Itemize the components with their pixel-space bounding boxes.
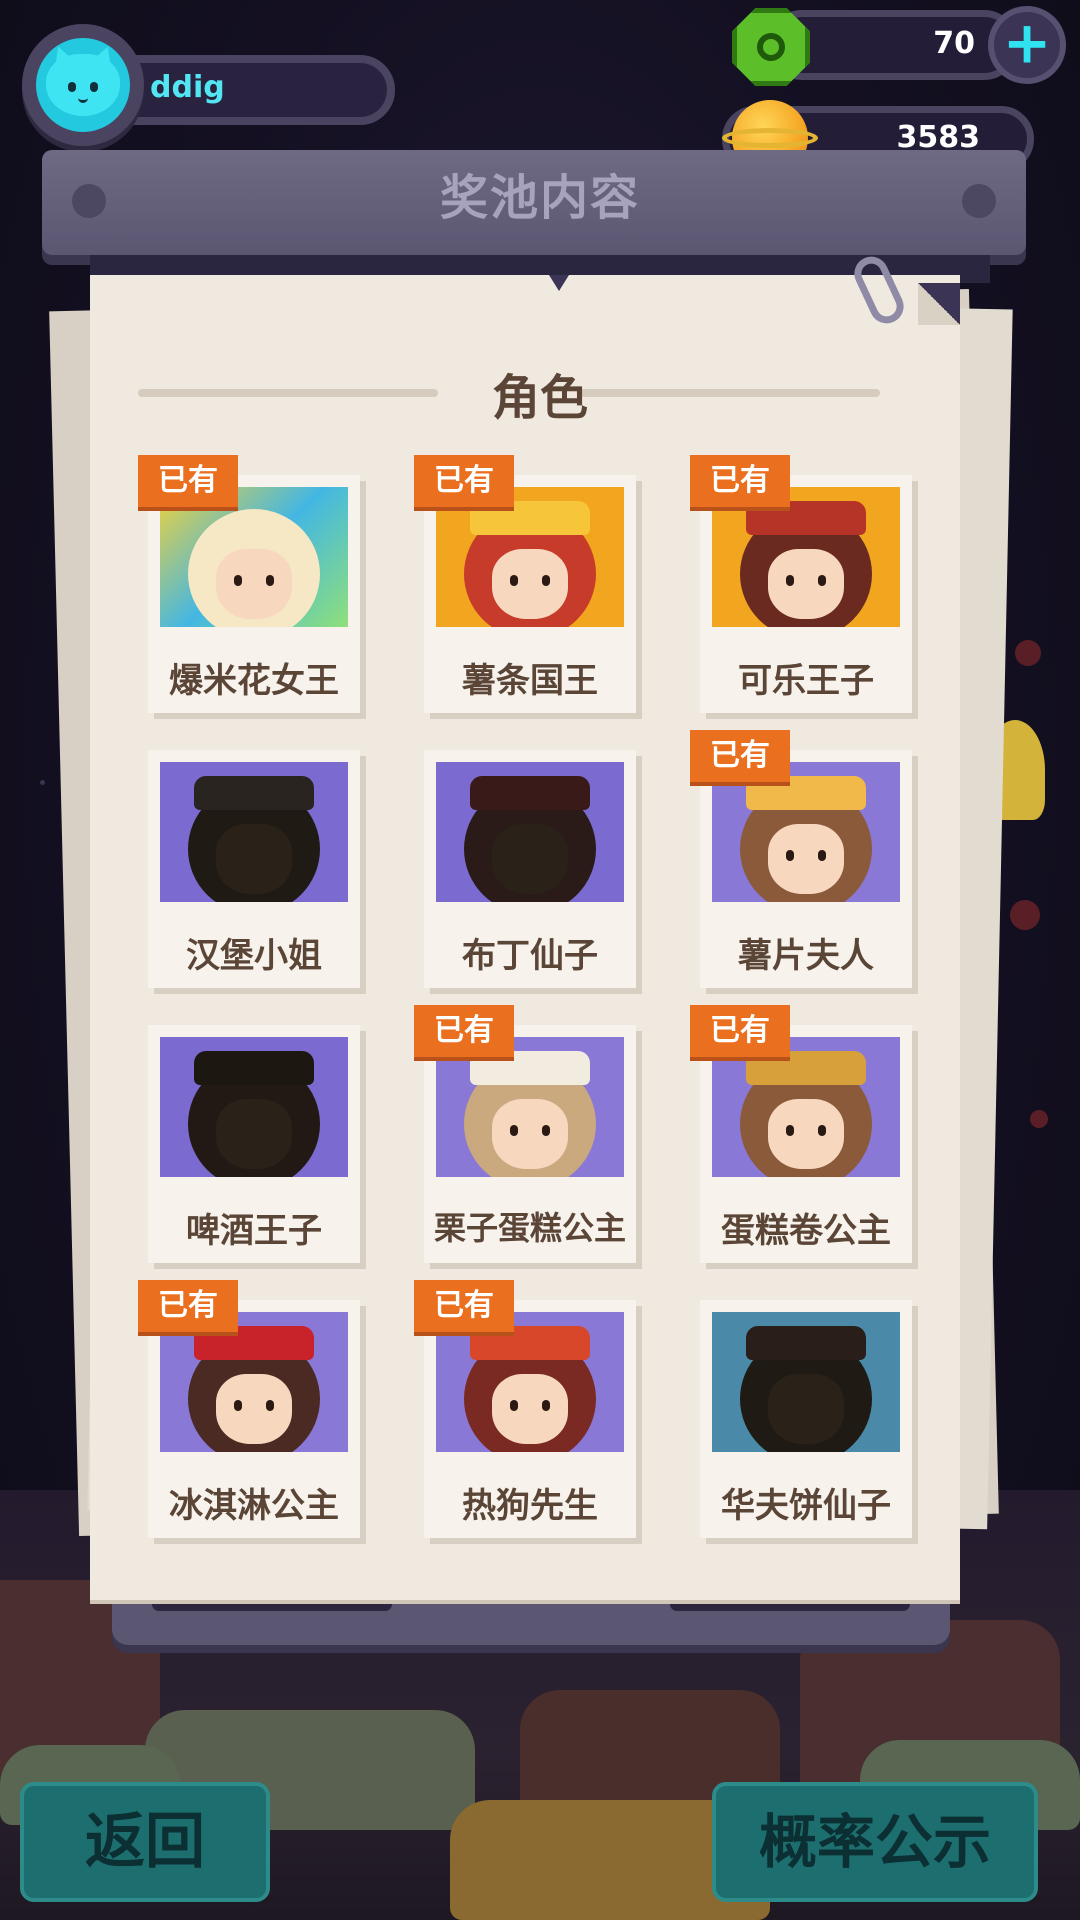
character-card[interactable]: 薯条国王	[424, 475, 636, 713]
character-card[interactable]: 布丁仙子	[424, 750, 636, 988]
character-portrait	[436, 487, 624, 627]
owned-badge: 已有	[414, 1005, 514, 1057]
board-title: 奖池内容	[439, 170, 640, 226]
character-name: 汉堡小姐	[186, 936, 322, 976]
owned-badge: 已有	[690, 730, 790, 782]
character-card[interactable]: 冰淇淋公主	[148, 1300, 360, 1538]
character-portrait	[712, 1037, 900, 1177]
back-button[interactable]: 返回	[20, 1782, 270, 1902]
character-card[interactable]: 薯片夫人	[700, 750, 912, 988]
character-portrait	[436, 1037, 624, 1177]
section-heading: 角色	[491, 370, 588, 426]
owned-badge: 已有	[414, 1280, 514, 1332]
character-portrait	[436, 762, 624, 902]
probability-button[interactable]: 概率公示	[712, 1782, 1038, 1902]
character-name: 冰淇淋公主	[169, 1486, 339, 1526]
character-card[interactable]: 汉堡小姐	[148, 750, 360, 988]
owned-badge: 已有	[414, 455, 514, 507]
owned-badge: 已有	[138, 1280, 238, 1332]
character-name: 薯片夫人	[738, 936, 874, 976]
character-name: 栗子蛋糕公主	[433, 1209, 626, 1247]
add-currency-button[interactable]: +	[988, 6, 1066, 84]
green-gem-icon	[732, 8, 810, 86]
cat-avatar-icon[interactable]	[36, 38, 130, 132]
character-portrait	[160, 487, 348, 627]
character-portrait	[712, 762, 900, 902]
owned-badge: 已有	[690, 455, 790, 507]
character-name: 蛋糕卷公主	[721, 1211, 891, 1251]
character-name: 薯条国王	[462, 661, 598, 701]
character-name: 热狗先生	[462, 1486, 598, 1526]
character-portrait	[160, 1312, 348, 1452]
character-portrait	[712, 1312, 900, 1452]
character-card[interactable]: 蛋糕卷公主	[700, 1025, 912, 1263]
character-name: 可乐王子	[738, 661, 874, 701]
character-name: 啤酒王子	[186, 1211, 322, 1251]
character-name: 爆米花女王	[169, 661, 339, 701]
character-portrait	[160, 1037, 348, 1177]
character-card[interactable]: 啤酒王子	[148, 1025, 360, 1263]
paper-fold-corner	[918, 283, 960, 325]
character-card[interactable]: 热狗先生	[424, 1300, 636, 1538]
character-portrait	[712, 487, 900, 627]
character-card[interactable]: 栗子蛋糕公主	[424, 1025, 636, 1263]
character-card[interactable]: 华夫饼仙子	[700, 1300, 912, 1538]
owned-badge: 已有	[690, 1005, 790, 1057]
character-name: 华夫饼仙子	[721, 1486, 891, 1526]
character-portrait	[436, 1312, 624, 1452]
character-portrait	[160, 762, 348, 902]
gem-count: 70	[933, 26, 975, 61]
character-name: 布丁仙子	[462, 936, 598, 976]
owned-badge: 已有	[138, 455, 238, 507]
character-card[interactable]: 爆米花女王	[148, 475, 360, 713]
paper-notch	[549, 275, 569, 291]
username-bar	[100, 55, 395, 125]
character-card[interactable]: 可乐王子	[700, 475, 912, 713]
plus-icon: +	[1002, 8, 1052, 77]
username: ddig	[150, 70, 225, 105]
